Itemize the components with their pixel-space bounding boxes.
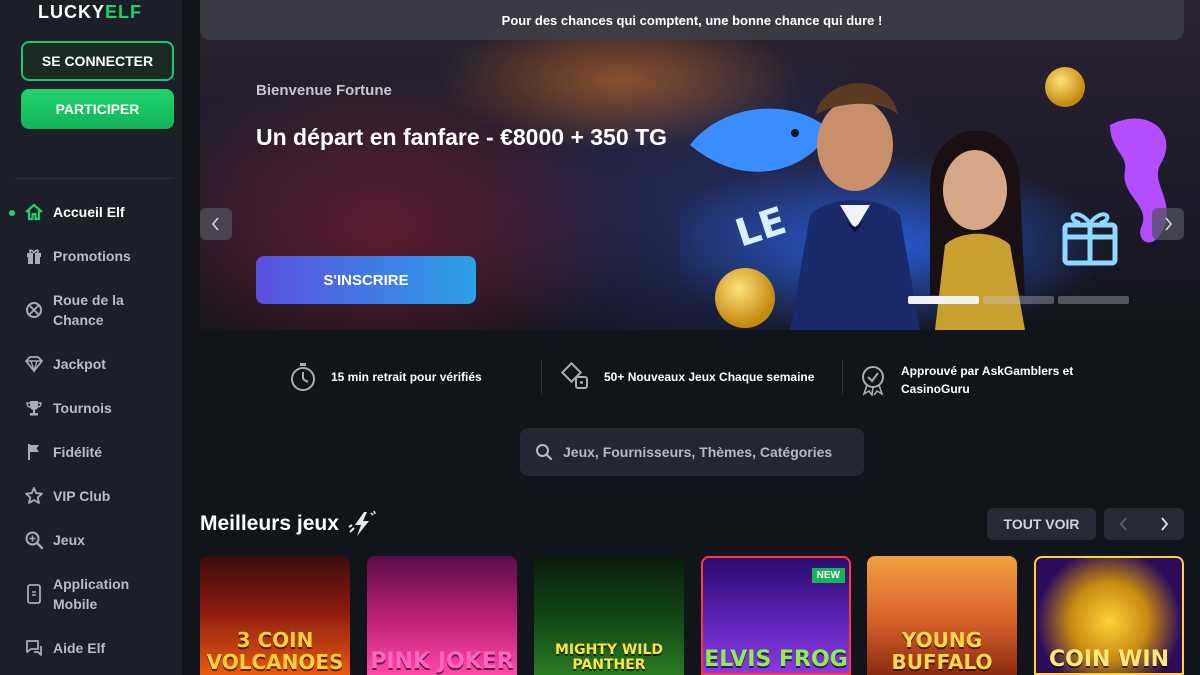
games-next-button[interactable]: [1144, 508, 1184, 540]
sidebar-item-mobile[interactable]: Application Mobile: [0, 562, 182, 626]
chat-icon: [24, 638, 44, 658]
section-title: Meilleurs jeux: [200, 510, 377, 538]
hero-next-button[interactable]: [1152, 208, 1184, 240]
hero-artwork: LE: [680, 67, 1168, 330]
game-title: PINK JOKER: [370, 649, 514, 674]
sidebar-item-label: VIP Club: [53, 488, 111, 504]
logo[interactable]: LUCKYELF: [38, 2, 142, 23]
games-prev-button[interactable]: [1104, 508, 1144, 540]
badge-check-icon: [858, 365, 888, 396]
game-card[interactable]: NEW ELVIS FROG: [701, 556, 851, 675]
star-icon: [24, 486, 44, 506]
sidebar-item-label: Promotions: [53, 248, 131, 264]
sidebar-item-vip[interactable]: VIP Club: [0, 474, 182, 518]
sidebar-item-accueil[interactable]: Accueil Elf: [0, 190, 182, 234]
feature-withdrawal: 15 min retrait pour vérifiés: [288, 362, 482, 392]
sidebar-item-label: Jeux: [53, 532, 85, 548]
game-card[interactable]: MIGHTY WILD PANTHER: [534, 556, 684, 675]
game-card[interactable]: PINK JOKER: [367, 556, 517, 675]
search-icon: [24, 530, 44, 550]
feature-approved: Approuvé par AskGamblers et CasinoGuru: [858, 362, 1108, 398]
sidebar-item-label: Jackpot: [53, 356, 106, 372]
sidebar-item-label: Roue de la Chance: [53, 292, 124, 328]
lightning-icon: [348, 510, 376, 536]
sidebar-item-jackpot[interactable]: Jackpot: [0, 342, 182, 386]
game-title: YOUNG BUFFALO: [891, 628, 993, 674]
join-button[interactable]: PARTICIPER: [21, 89, 174, 129]
hero-carousel: Pour des chances qui comptent, une bonne…: [200, 0, 1200, 330]
hero-title: Un départ en fanfare - €8000 + 350 TG: [256, 124, 667, 150]
wheel-icon: [24, 300, 44, 320]
carousel-dot[interactable]: [908, 296, 979, 304]
game-card[interactable]: COIN WIN: [1034, 556, 1184, 675]
feature-text: Approuvé par AskGamblers et CasinoGuru: [901, 364, 1074, 396]
chevron-right-icon: [1161, 517, 1169, 531]
sidebar-item-tournois[interactable]: Tournois: [0, 386, 182, 430]
game-title: MIGHTY WILD PANTHER: [554, 642, 664, 673]
feature-new-games: 50+ Nouveaux Jeux Chaque semaine: [561, 362, 814, 392]
games-pager: [1104, 508, 1184, 540]
sidebar-item-roue[interactable]: Roue de la Chance: [0, 278, 182, 342]
hero-subtitle: Bienvenue Fortune: [256, 82, 392, 99]
chevron-left-icon: [1119, 517, 1127, 531]
feature-text: 50+ Nouveaux Jeux Chaque semaine: [604, 370, 815, 384]
new-badge: NEW: [811, 568, 845, 583]
game-card[interactable]: 3 COIN VOLCANOES: [200, 556, 350, 675]
home-icon: [24, 202, 44, 222]
search-icon: [536, 444, 553, 461]
carousel-indicators: [908, 296, 1129, 304]
login-button[interactable]: SE CONNECTER: [21, 41, 174, 81]
trophy-icon: [24, 398, 44, 418]
sidebar-item-label: Fidélité: [53, 444, 103, 460]
carousel-dot[interactable]: [983, 296, 1054, 304]
carousel-dot[interactable]: [1058, 296, 1129, 304]
search-input[interactable]: Jeux, Fournisseurs, Thèmes, Catégories: [520, 428, 864, 476]
sidebar-item-label: Aide Elf: [53, 640, 106, 656]
sidebar-item-label: Tournois: [53, 400, 112, 416]
signup-button[interactable]: S'INSCRIRE: [256, 256, 476, 304]
active-indicator: [9, 210, 15, 216]
sidebar-item-label: Accueil Elf: [53, 204, 125, 220]
sidebar: LUCKYELF SE CONNECTER PARTICIPER Accueil…: [0, 0, 182, 675]
gift-icon: [24, 246, 44, 266]
flag-icon: [24, 442, 44, 462]
game-card[interactable]: YOUNG BUFFALO: [867, 556, 1017, 675]
game-title: ELVIS FROG: [704, 647, 848, 672]
sidebar-item-label: Application Mobile: [53, 576, 130, 612]
chevron-right-icon: [1165, 217, 1173, 231]
stopwatch-icon: [288, 362, 318, 392]
game-title: 3 COIN VOLCANOES: [206, 628, 344, 674]
promo-banner: Pour des chances qui comptent, une bonne…: [200, 0, 1184, 40]
section-title-text: Meilleurs jeux: [200, 512, 339, 535]
sidebar-divider: [14, 178, 174, 179]
dice-icon: [561, 362, 591, 392]
feature-divider: [842, 360, 843, 394]
sidebar-item-fidelite[interactable]: Fidélité: [0, 430, 182, 474]
sidebar-item-promotions[interactable]: Promotions: [0, 234, 182, 278]
feature-text: 15 min retrait pour vérifiés: [331, 370, 482, 384]
feature-divider: [541, 360, 542, 394]
sidebar-item-jeux[interactable]: Jeux: [0, 518, 182, 562]
chevron-left-icon: [211, 217, 219, 231]
search-placeholder: Jeux, Fournisseurs, Thèmes, Catégories: [563, 444, 833, 460]
see-all-button[interactable]: TOUT VOIR: [987, 508, 1096, 540]
game-title: COIN WIN: [1049, 647, 1169, 672]
sidebar-item-aide[interactable]: Aide Elf: [0, 626, 182, 670]
sidebar-nav: Accueil Elf Promotions Roue de la Chance…: [0, 190, 182, 670]
diamond-icon: [24, 354, 44, 374]
hero-prev-button[interactable]: [200, 208, 232, 240]
mobile-icon: [24, 584, 44, 604]
